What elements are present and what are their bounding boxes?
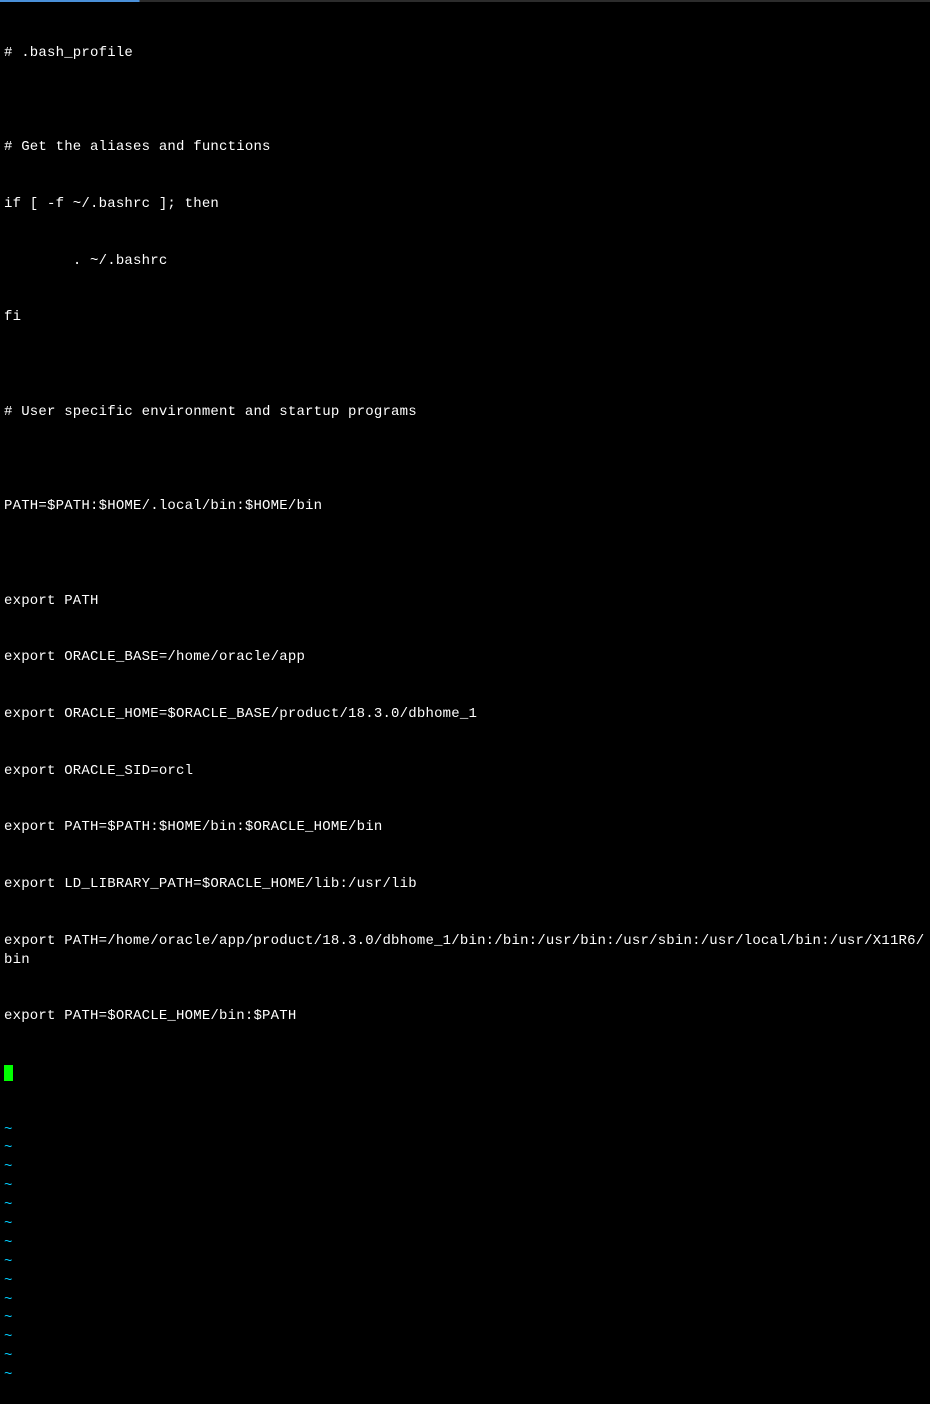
- file-line: export ORACLE_BASE=/home/oracle/app: [4, 648, 926, 667]
- empty-line-tilde: ~: [4, 1347, 926, 1366]
- empty-line-tilde: ~: [4, 1139, 926, 1158]
- file-line: export LD_LIBRARY_PATH=$ORACLE_HOME/lib:…: [4, 875, 926, 894]
- empty-line-tilde: ~: [4, 1196, 926, 1215]
- empty-line-tilde: ~: [4, 1366, 926, 1385]
- file-line: . ~/.bashrc: [4, 252, 926, 271]
- cursor-block: [4, 1065, 13, 1081]
- empty-line-tilde: ~: [4, 1272, 926, 1291]
- empty-line-tilde: ~: [4, 1158, 926, 1177]
- empty-line-tilde: ~: [4, 1121, 926, 1140]
- file-line: # .bash_profile: [4, 44, 926, 63]
- file-line: export ORACLE_SID=orcl: [4, 762, 926, 781]
- empty-line-tilde: ~: [4, 1309, 926, 1328]
- file-line: fi: [4, 308, 926, 327]
- empty-line-tilde: ~: [4, 1177, 926, 1196]
- file-line: # Get the aliases and functions: [4, 138, 926, 157]
- cursor-line: [4, 1064, 926, 1083]
- file-line: export ORACLE_HOME=$ORACLE_BASE/product/…: [4, 705, 926, 724]
- file-line: PATH=$PATH:$HOME/.local/bin:$HOME/bin: [4, 497, 926, 516]
- empty-line-tilde: ~: [4, 1215, 926, 1234]
- empty-line-tilde: ~: [4, 1291, 926, 1310]
- file-line: # User specific environment and startup …: [4, 403, 926, 422]
- empty-line-tilde: ~: [4, 1328, 926, 1347]
- terminal-editor[interactable]: # .bash_profile # Get the aliases and fu…: [4, 6, 926, 1404]
- empty-line-tilde: ~: [4, 1234, 926, 1253]
- empty-line-tilde: ~: [4, 1253, 926, 1272]
- file-line: export PATH: [4, 592, 926, 611]
- tilde-container: ~~~~~~~~~~~~~~: [4, 1121, 926, 1385]
- file-line: export PATH=/home/oracle/app/product/18.…: [4, 932, 926, 970]
- file-line: export PATH=$PATH:$HOME/bin:$ORACLE_HOME…: [4, 818, 926, 837]
- window-title-bar: [0, 0, 930, 2]
- file-line: if [ -f ~/.bashrc ]; then: [4, 195, 926, 214]
- file-line: export PATH=$ORACLE_HOME/bin:$PATH: [4, 1007, 926, 1026]
